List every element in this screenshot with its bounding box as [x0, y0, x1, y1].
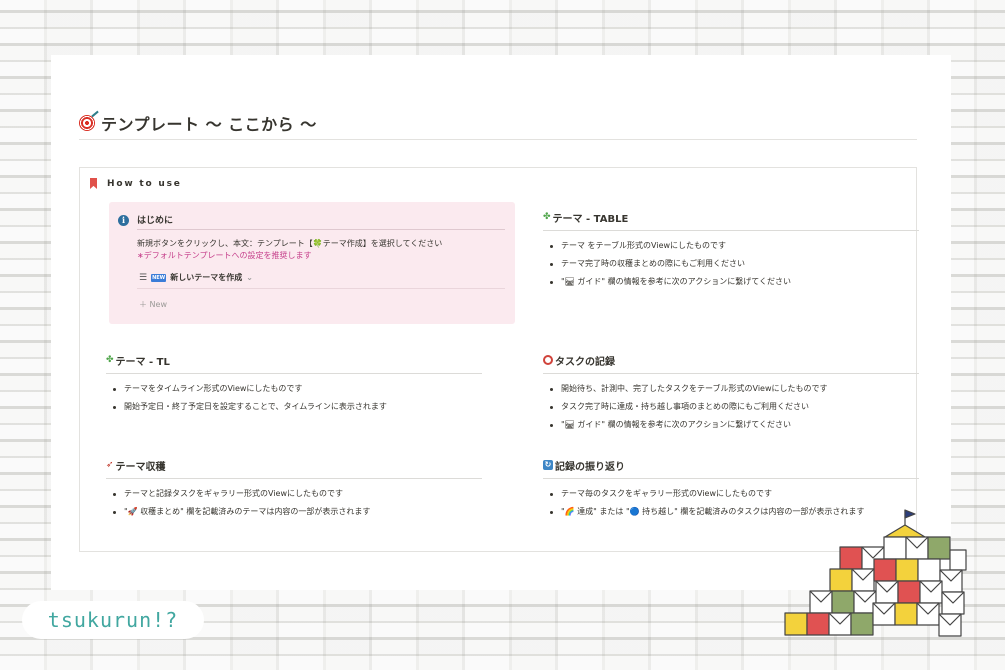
page-title-text: テンプレート 〜 ここから 〜 — [101, 115, 317, 134]
callout-divider — [137, 229, 505, 230]
how-to-use-heading[interactable]: How to use — [90, 178, 182, 189]
section-heading: ↻ 記録の振り返り — [543, 458, 919, 473]
callout-recommendation: ∗デフォルトテンプレートへの設定を推奨します — [137, 251, 312, 260]
section-theme-tl: ✤ テーマ - TL テーマをタイムライン形式のViewにしたものです 開始予定… — [106, 353, 482, 416]
target-icon — [79, 115, 95, 131]
page-title: テンプレート 〜 ここから 〜 — [79, 111, 317, 135]
list-item: テーマをタイムライン形式のViewにしたものです — [106, 380, 482, 398]
list-item: テーマと記録タスクをギャラリー形式のViewにしたものです — [106, 485, 482, 503]
bookmark-icon — [90, 178, 97, 189]
list-item: "🚀 収穫まとめ" 欄を記載済みのテーマは内容の一部が表示されます — [106, 503, 482, 521]
alarm-clock-icon — [543, 355, 553, 365]
list-item: 開始待ち、計測中、完了したタスクをテーブル形式のViewにしたものです — [543, 380, 919, 398]
brand-logo: tsukurun!? — [22, 601, 204, 639]
how-to-use-label: How to use — [107, 178, 182, 189]
rocket-icon: ➶ — [106, 460, 114, 470]
callout-title: はじめに — [137, 216, 174, 226]
section-heading: ➶ テーマ収穫 — [106, 458, 482, 473]
clover-icon: ✤ — [106, 355, 114, 365]
bullet-list: テーマ をテーブル形式のViewにしたものです テーマ完了時の収穫まとめの際にも… — [543, 237, 919, 291]
section-title[interactable]: テーマ - TL — [116, 353, 170, 368]
cycle-icon: ↻ — [543, 460, 553, 470]
section-divider — [106, 373, 482, 374]
callout-divider-2 — [137, 288, 505, 289]
section-title[interactable]: 記録の振り返り — [555, 458, 625, 473]
list-item: テーマ完了時の収穫まとめの際にもご利用ください — [543, 255, 919, 273]
new-theme-button[interactable]: ☰ NEW 新しいテーマを作成 ⌄ — [139, 272, 253, 283]
bullet-list: テーマと記録タスクをギャラリー形式のViewにしたものです "🚀 収穫まとめ" … — [106, 485, 482, 521]
section-heading: ✤ テーマ - TL — [106, 353, 482, 368]
title-divider — [79, 139, 917, 140]
section-title[interactable]: テーマ - TABLE — [553, 210, 629, 225]
list-item: テーマ をテーブル形式のViewにしたものです — [543, 237, 919, 255]
section-divider — [106, 478, 482, 479]
clover-icon: ✤ — [543, 212, 551, 222]
section-title[interactable]: タスクの記録 — [555, 353, 615, 368]
section-task-record: タスクの記録 開始待ち、計測中、完了したタスクをテーブル形式のViewにしたもの… — [543, 353, 919, 434]
add-new-label: New — [149, 300, 167, 309]
list-item: "🛤 ガイド" 欄の情報を参考に次のアクションに繋げてください — [543, 416, 919, 434]
list-item: テーマ毎のタスクをギャラリー形式のViewにしたものです — [543, 485, 919, 503]
section-heading: ✤ テーマ - TABLE — [543, 210, 919, 225]
section-divider — [543, 230, 919, 231]
how-to-use-block: How to use i はじめに 新規ボタンをクリックし、本文：テンプレート【… — [79, 167, 919, 552]
list-icon: ☰ — [139, 272, 148, 283]
info-icon: i — [118, 215, 129, 226]
bullet-list: 開始待ち、計測中、完了したタスクをテーブル形式のViewにしたものです タスク完… — [543, 380, 919, 434]
intro-callout: i はじめに 新規ボタンをクリックし、本文：テンプレート【🍀テーマ作成】を選択し… — [109, 202, 515, 324]
add-new-button[interactable]: ＋ New — [139, 299, 167, 310]
section-heading: タスクの記録 — [543, 353, 919, 368]
chevron-down-icon[interactable]: ⌄ — [246, 273, 253, 282]
section-divider — [543, 373, 919, 374]
list-item: タスク完了時に達成・持ち越し事項のまとめの際にもご利用ください — [543, 398, 919, 416]
section-theme-table: ✤ テーマ - TABLE テーマ をテーブル形式のViewにしたものです テー… — [543, 210, 919, 291]
bullet-list: テーマをタイムライン形式のViewにしたものです 開始予定日・終了予定日を設定す… — [106, 380, 482, 416]
section-title[interactable]: テーマ収穫 — [116, 458, 166, 473]
new-badge-icon: NEW — [151, 273, 167, 282]
list-item: "🛤 ガイド" 欄の情報を参考に次のアクションに繋げてください — [543, 273, 919, 291]
new-theme-label: 新しいテーマを作成 — [170, 273, 243, 282]
section-theme-harvest: ➶ テーマ収穫 テーマと記録タスクをギャラリー形式のViewにしたものです "🚀… — [106, 458, 482, 521]
section-divider — [543, 478, 919, 479]
list-item: 開始予定日・終了予定日を設定することで、タイムラインに表示されます — [106, 398, 482, 416]
castle-illustration — [784, 509, 967, 637]
callout-instruction: 新規ボタンをクリックし、本文：テンプレート【🍀テーマ作成】を選択してください — [137, 239, 443, 248]
plus-icon: ＋ — [139, 300, 150, 309]
